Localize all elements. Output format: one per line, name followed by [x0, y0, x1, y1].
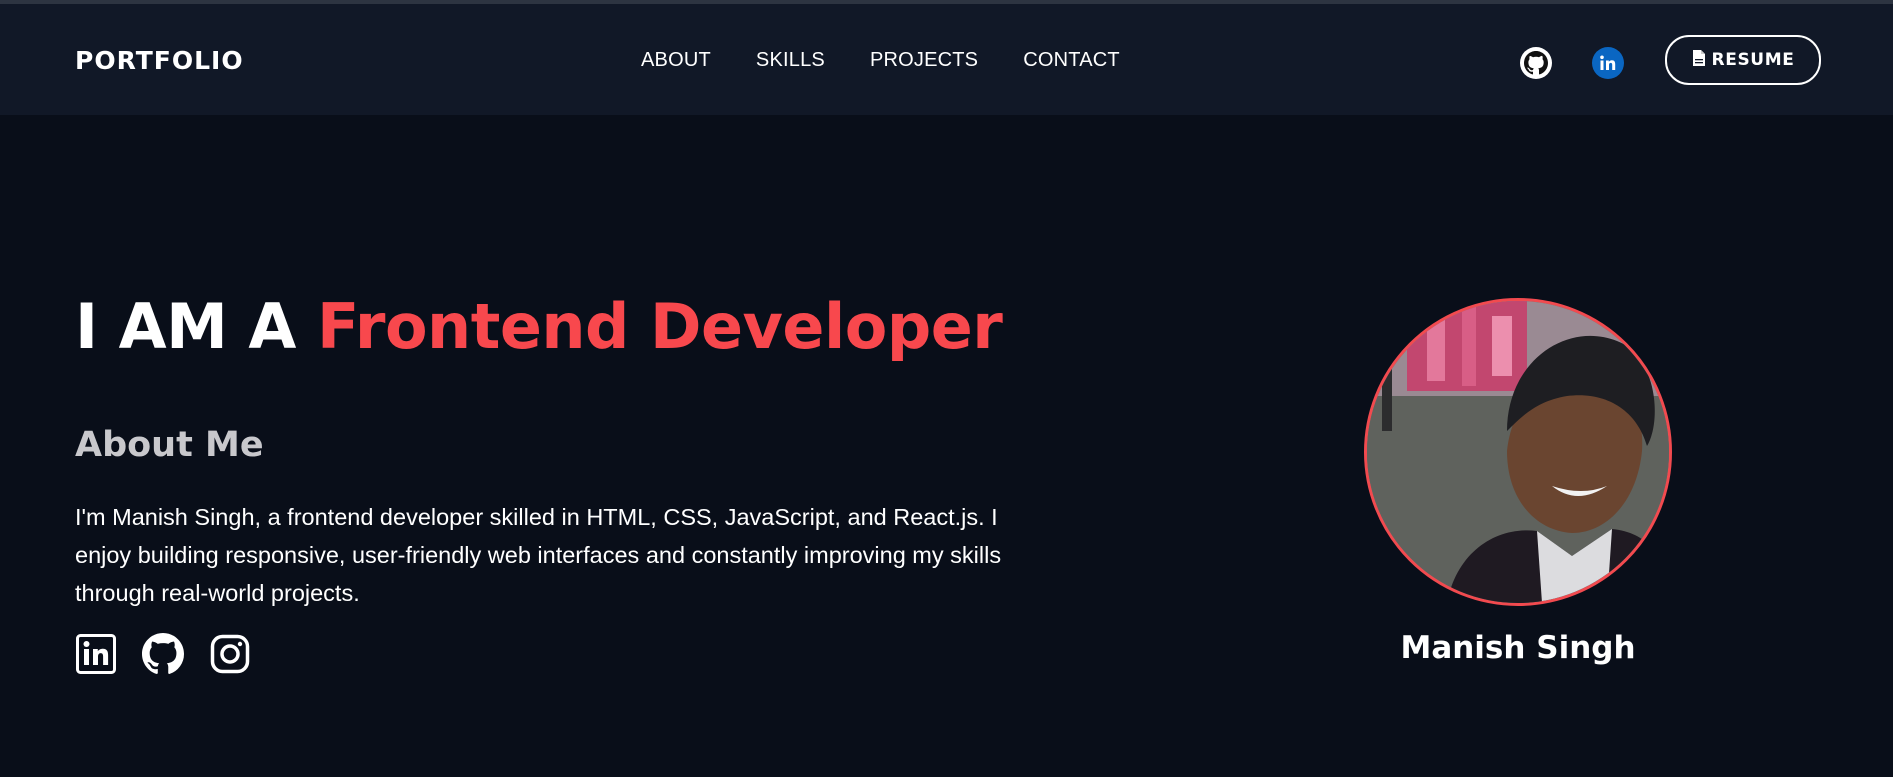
github-icon[interactable] — [1520, 47, 1552, 79]
hero-title-highlight: Frontend Developer — [317, 290, 1003, 363]
main-nav: ABOUT SKILLS PROJECTS CONTACT — [641, 49, 1120, 72]
linkedin-icon[interactable] — [1592, 47, 1624, 79]
github-icon[interactable] — [142, 633, 184, 675]
hero-title: I AM A Frontend Developer — [75, 290, 1003, 363]
resume-label: RESUME — [1711, 50, 1795, 70]
nav-projects[interactable]: PROJECTS — [870, 49, 978, 72]
instagram-icon[interactable] — [209, 633, 251, 675]
about-heading: About Me — [75, 425, 264, 465]
about-text: I'm Manish Singh, a frontend developer s… — [75, 504, 1002, 606]
document-icon — [1692, 49, 1706, 72]
hero-title-prefix: I AM A — [75, 290, 317, 363]
nav-skills[interactable]: SKILLS — [756, 49, 825, 72]
profile-photo — [1364, 298, 1672, 606]
resume-button[interactable]: RESUME — [1665, 35, 1821, 85]
social-links — [75, 633, 251, 675]
nav-contact[interactable]: CONTACT — [1023, 49, 1120, 72]
profile-name: Manish Singh — [1400, 630, 1636, 666]
site-header: PORTFOLIO ABOUT SKILLS PROJECTS CONTACT … — [0, 4, 1893, 115]
nav-about[interactable]: ABOUT — [641, 49, 711, 72]
linkedin-icon[interactable] — [75, 633, 117, 675]
brand-logo[interactable]: PORTFOLIO — [75, 46, 244, 75]
